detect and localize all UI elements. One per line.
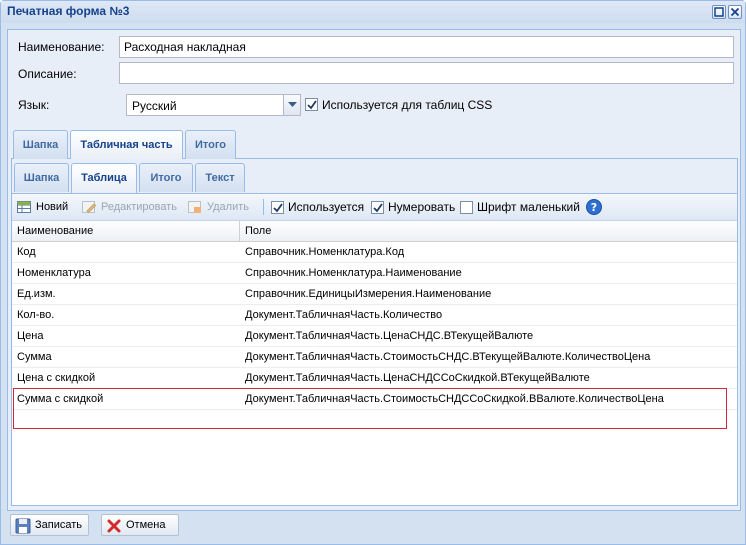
cancel-button-label: Отмена	[126, 519, 166, 531]
save-button[interactable]: Записать	[10, 514, 89, 536]
css-checkbox-label: Используется для таблиц CSS	[322, 98, 493, 112]
row-name-cell: Сумма с скидкой	[17, 393, 104, 405]
row-name-cell: Цена	[17, 330, 44, 342]
row-name-cell: Ед.изм.	[17, 288, 56, 300]
inner-tab-text[interactable]: Текст	[195, 163, 245, 192]
grid-toolbar: Новий Редактировать Удалить Используется…	[12, 194, 737, 221]
row-name-cell: Кол-во.	[17, 309, 55, 321]
delete-button-label: Удалить	[207, 201, 249, 213]
numbering-checkbox-label: Нумеровать	[388, 200, 456, 214]
grid-header: Наименование Поле	[12, 221, 737, 242]
used-checkbox-label: Используется	[288, 200, 365, 214]
row-name-cell: Сумма	[17, 351, 52, 363]
edit-button-label: Редактировать	[101, 201, 177, 213]
inner-tab-table[interactable]: Таблица	[71, 163, 137, 193]
help-icon[interactable]: ?	[586, 199, 602, 215]
toolbar-separator	[263, 199, 264, 215]
tab-table-part[interactable]: Табличная часть	[70, 130, 183, 160]
row-name-cell: Номенклатура	[17, 267, 91, 279]
maximize-button[interactable]	[712, 5, 726, 19]
row-field-cell: Документ.ТабличнаяЧасть.СтоимостьСНДССоС…	[245, 393, 664, 405]
grid-body: Код Справочник.Номенклатура.Код Номенкла…	[12, 242, 737, 410]
close-button[interactable]	[728, 5, 742, 19]
outer-tabstrip: Шапка Табличная часть Итого	[11, 129, 738, 160]
numbering-checkbox[interactable]	[371, 201, 384, 214]
edit-button[interactable]: Редактировать	[82, 199, 182, 215]
checkmark-icon	[307, 100, 317, 110]
close-icon	[730, 7, 740, 17]
table-row[interactable]: Кол-во. Документ.ТабличнаяЧасть.Количест…	[12, 305, 737, 326]
checkmark-icon	[373, 203, 383, 213]
print-form-window: Печатная форма №3 Наименование: Описание…	[0, 0, 746, 545]
table-row[interactable]: Код Справочник.Номенклатура.Код	[12, 242, 737, 263]
new-table-icon	[17, 201, 31, 213]
window-title: Печатная форма №3	[7, 4, 130, 18]
svg-text:?: ?	[591, 201, 597, 214]
table-row[interactable]: Цена с скидкой Документ.ТабличнаяЧасть.Ц…	[12, 368, 737, 389]
table-row[interactable]: Сумма Документ.ТабличнаяЧасть.СтоимостьС…	[12, 347, 737, 368]
maximize-icon	[714, 7, 724, 17]
delete-icon	[188, 201, 201, 213]
window-footer: Записать Отмена	[7, 512, 741, 542]
row-field-cell: Документ.ТабличнаяЧасть.ЦенаСНДССоСкидко…	[245, 372, 590, 384]
css-checkbox[interactable]	[305, 98, 318, 111]
inner-tab-totals[interactable]: Итого	[139, 163, 193, 192]
inner-tab-header[interactable]: Шапка	[14, 163, 69, 192]
delete-button[interactable]: Удалить	[188, 199, 252, 215]
tab-totals[interactable]: Итого	[185, 130, 236, 159]
language-select-value: Русский	[132, 99, 177, 113]
description-input[interactable]	[119, 62, 734, 84]
save-icon	[15, 518, 31, 534]
form-body: Наименование: Описание: Язык: Русский Ис…	[7, 29, 741, 511]
edit-icon	[82, 201, 96, 214]
language-select[interactable]: Русский	[126, 94, 301, 116]
row-field-cell: Справочник.Номенклатура.Код	[245, 246, 405, 258]
column-header-field[interactable]: Поле	[240, 221, 737, 242]
row-name-cell: Код	[17, 246, 36, 258]
table-row[interactable]: Сумма с скидкой Документ.ТабличнаяЧасть.…	[12, 389, 737, 410]
name-label: Наименование:	[18, 40, 105, 54]
inner-tabstrip: Шапка Таблица Итого Текст	[12, 159, 737, 194]
description-label: Описание:	[18, 67, 77, 81]
row-name-cell: Цена с скидкой	[17, 372, 96, 384]
row-field-cell: Документ.ТабличнаяЧасть.Количество	[245, 309, 443, 321]
table-row[interactable]: Ед.изм. Справочник.ЕдиницыИзмерения.Наим…	[12, 284, 737, 305]
small-font-checkbox-label: Шрифт маленький	[477, 200, 580, 214]
used-checkbox[interactable]	[271, 201, 284, 214]
row-field-cell: Документ.ТабличнаяЧасть.ЦенаСНДС.ВТекуще…	[245, 330, 534, 342]
chevron-down-icon	[288, 102, 297, 107]
language-label: Язык:	[18, 98, 50, 112]
row-field-cell: Документ.ТабличнаяЧасть.СтоимостьСНДС.ВТ…	[245, 351, 651, 363]
checkmark-icon	[273, 203, 283, 213]
name-input[interactable]	[119, 36, 734, 58]
table-row[interactable]: Цена Документ.ТабличнаяЧасть.ЦенаСНДС.ВТ…	[12, 326, 737, 347]
small-font-checkbox[interactable]	[460, 201, 473, 214]
outer-tab-panel: Шапка Табличная часть Итого Шапка Таблиц…	[11, 129, 738, 506]
window-titlebar[interactable]: Печатная форма №3	[1, 1, 745, 23]
save-button-label: Записать	[35, 519, 83, 531]
cancel-icon	[107, 519, 121, 533]
row-field-cell: Справочник.ЕдиницыИзмерения.Наименование	[245, 288, 492, 300]
cancel-button[interactable]: Отмена	[101, 514, 179, 536]
new-button[interactable]: Новий	[17, 199, 77, 215]
language-select-trigger[interactable]	[283, 95, 300, 115]
table-part-panel: Шапка Таблица Итого Текст Новий Редактир…	[11, 159, 738, 506]
row-field-cell: Справочник.Номенклатура.Наименование	[245, 267, 462, 279]
column-header-name[interactable]: Наименование	[12, 221, 240, 242]
table-panel: Новий Редактировать Удалить Используется…	[12, 194, 737, 505]
tab-header[interactable]: Шапка	[13, 130, 68, 159]
new-button-label: Новий	[36, 201, 69, 213]
table-row[interactable]: Номенклатура Справочник.Номенклатура.Наи…	[12, 263, 737, 284]
